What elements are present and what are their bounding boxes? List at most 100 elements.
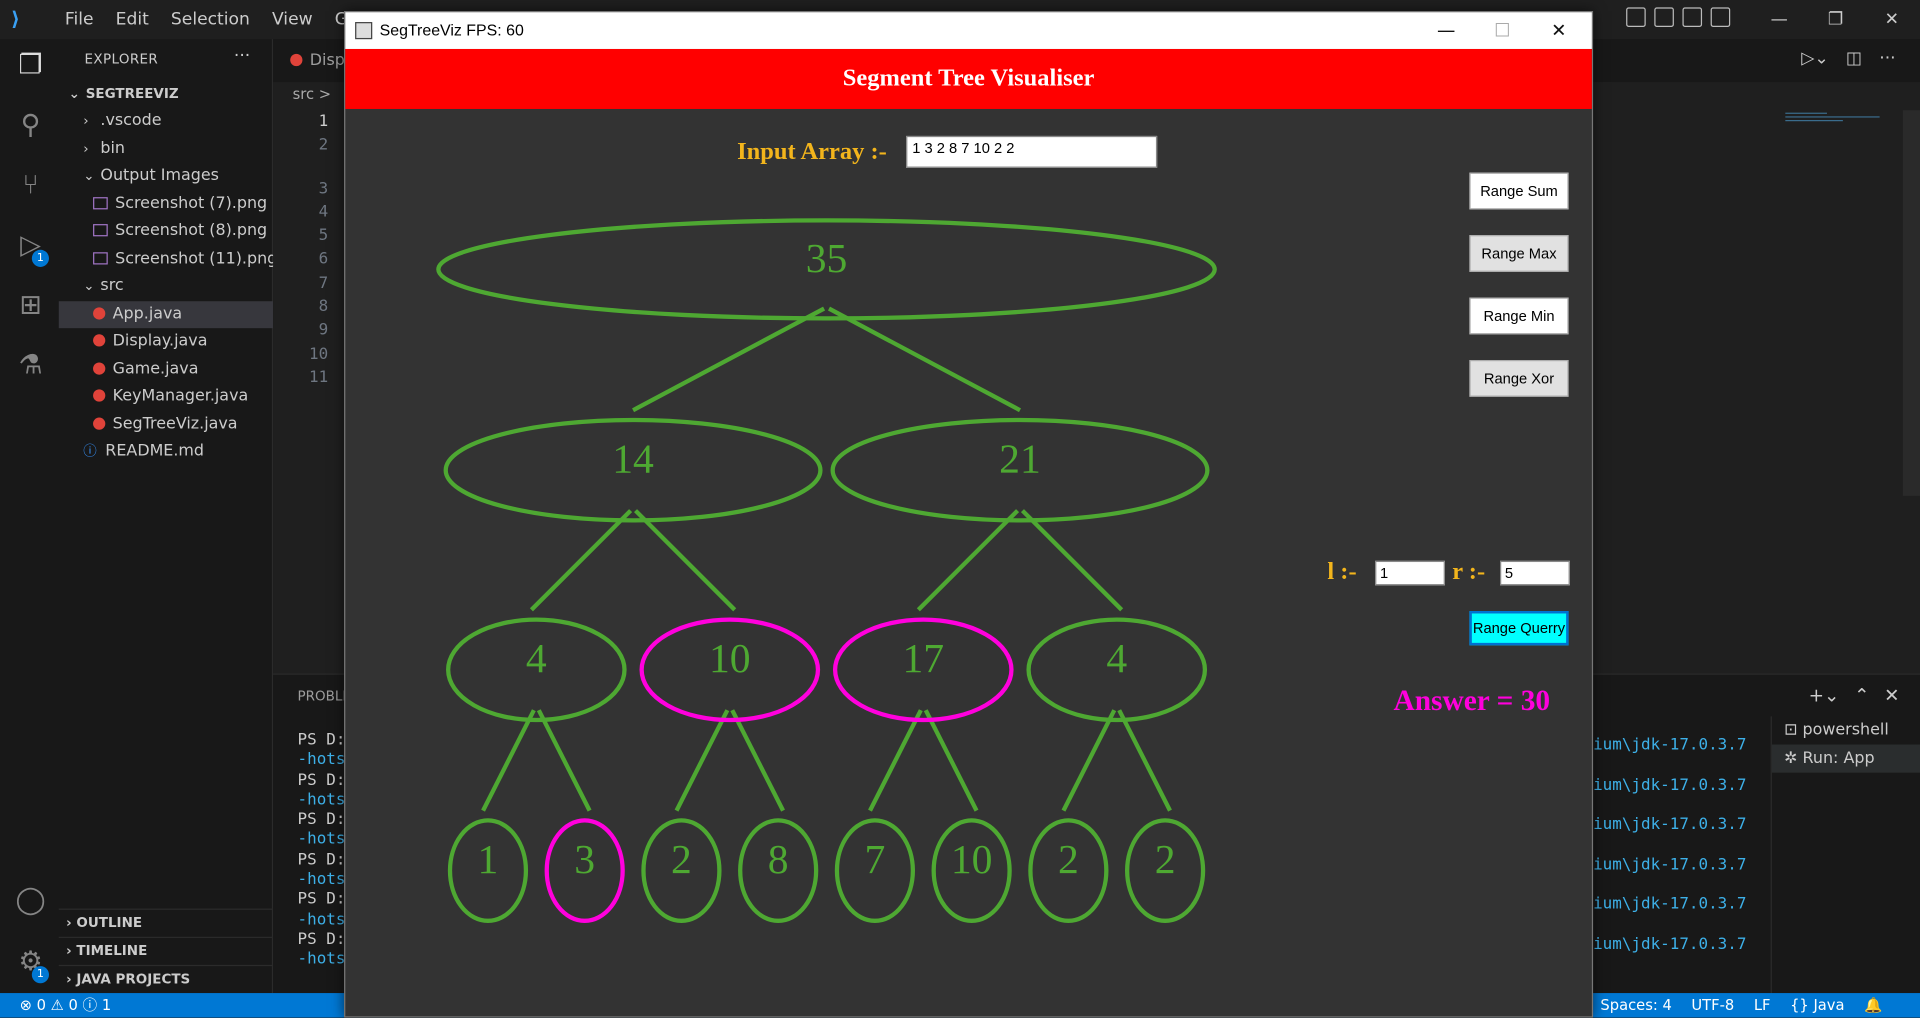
tree-node-value: 8 — [768, 837, 789, 883]
source-control-icon[interactable]: ⑂ — [15, 170, 47, 202]
breadcrumb[interactable]: src > — [293, 86, 331, 103]
extensions-icon[interactable]: ⊞ — [15, 290, 47, 322]
tree-item[interactable]: Screenshot (8).png — [59, 218, 273, 245]
terminal-line: PS D: — [297, 770, 346, 790]
terminal-line: -hots — [297, 870, 346, 890]
terminal-line: -hots — [297, 910, 346, 929]
tree-item-label: .vscode — [100, 111, 162, 130]
tree-item-label: Game.java — [112, 359, 199, 378]
editor-scrollbar[interactable] — [1902, 110, 1920, 496]
tree-item[interactable]: Display.java — [59, 328, 273, 355]
tree-edge — [529, 509, 633, 612]
tree-item[interactable]: Game.java — [59, 356, 273, 383]
segment-tree-canvas: 35 14 21 4 10 17 4 1 3 2 8 7 10 2 2 — [436, 218, 1217, 923]
terminal-line: -hots — [297, 750, 346, 770]
tree-edge — [1117, 709, 1172, 812]
restore-icon[interactable]: ❐ — [1807, 0, 1863, 39]
status-language[interactable]: {} Java — [1790, 993, 1844, 1017]
status-eol[interactable]: LF — [1754, 993, 1771, 1017]
customize-layout-icon[interactable] — [1710, 7, 1731, 27]
search-icon[interactable]: ⚲ — [15, 110, 47, 142]
more-actions-icon[interactable]: ··· — [234, 47, 250, 67]
image-file-icon — [93, 196, 108, 209]
section-java-projects[interactable]: › JAVA PROJECTS — [58, 964, 274, 992]
terminal-line: -hots — [297, 790, 346, 810]
tree-item[interactable]: Screenshot (7).png — [59, 190, 273, 217]
tree-item[interactable]: ⌄ Output Images — [59, 163, 273, 190]
line-number: 5 — [318, 226, 329, 246]
tree-item[interactable]: SegTreeViz.java — [59, 411, 273, 438]
tree-edge — [868, 709, 923, 812]
section-outline[interactable]: › OUTLINE — [58, 908, 274, 936]
terminal-run-app[interactable]: ✲ Run: App — [1771, 744, 1920, 773]
tree-item-label: Screenshot (8).png — [115, 221, 268, 241]
chevron-down-icon: ⌄ — [68, 85, 80, 102]
minimize-icon[interactable]: — — [1751, 0, 1807, 39]
maximize-panel-icon[interactable]: ⌃ — [1854, 684, 1869, 706]
tree-edge — [674, 709, 730, 812]
status-encoding[interactable]: UTF-8 — [1691, 993, 1734, 1017]
terminal-line: ium\jdk-17.0.3.7 — [1593, 735, 1747, 755]
tree-item[interactable]: Screenshot (11).png — [59, 246, 277, 273]
tree-edge — [536, 709, 592, 812]
line-number: 9 — [318, 321, 329, 340]
status-right: Spaces: 4 UTF-8 LF {} Java 🔔 — [1600, 993, 1882, 1017]
account-icon[interactable]: ◯ — [15, 885, 47, 917]
testing-icon[interactable]: ⚗ — [15, 350, 47, 382]
tree-item[interactable]: › .vscode — [59, 108, 273, 135]
chevron-right-icon: › — [83, 112, 89, 129]
tree-item-label: Output Images — [100, 166, 219, 185]
terminal-output-right: ium\jdk-17.0.3.7 ium\jdk-17.0.3.7 ium\jdk-… — [1593, 736, 1746, 975]
menu-item[interactable]: Edit — [105, 7, 160, 31]
line-number: 1 — [318, 112, 329, 132]
notifications-icon[interactable]: 🔔 — [1864, 993, 1882, 1017]
tree-item[interactable]: KeyManager.java — [59, 383, 273, 410]
tree-item[interactable]: › bin — [59, 135, 273, 162]
terminal-output: PS D: -hots PS D: -hots PS D: -hots PS D: -hots… — [298, 731, 346, 970]
tree-item[interactable]: ⓘ README.md — [59, 438, 273, 465]
terminal-line: PS D: — [297, 930, 346, 949]
menu-item[interactable]: Selection — [160, 7, 261, 31]
problems-status[interactable]: ⊗ 0 ⚠ 0 ⓘ 1 — [20, 993, 112, 1017]
terminal-icon: ⊡ — [1784, 721, 1798, 740]
toggle-sidebar-icon[interactable] — [1626, 7, 1646, 27]
close-panel-icon[interactable]: ✕ — [1884, 684, 1899, 706]
tab-problems[interactable]: PROBLE — [298, 688, 351, 704]
java-file-icon — [93, 416, 106, 430]
panel-actions: +⌄ ⌃ ✕ — [1809, 684, 1900, 706]
line-number: 6 — [318, 250, 329, 269]
explorer-title: EXPLORER — [84, 51, 159, 68]
tree-item-label: Screenshot (7).png — [115, 194, 268, 213]
run-icon[interactable]: ▷⌄ — [1801, 49, 1829, 69]
status-indentation[interactable]: Spaces: 4 — [1600, 993, 1671, 1017]
close-icon[interactable]: ✕ — [1864, 0, 1920, 39]
line-number: 7 — [318, 274, 329, 293]
tree-node-value: 17 — [902, 636, 944, 682]
tree-item[interactable]: App.java — [58, 300, 274, 328]
toggle-panel-icon[interactable] — [1654, 7, 1674, 27]
more-icon[interactable]: ··· — [1879, 49, 1895, 69]
tree-node-value: 3 — [574, 837, 595, 883]
toggle-secondary-sidebar-icon[interactable] — [1682, 7, 1703, 27]
tree-edge — [827, 306, 1022, 413]
split-editor-icon[interactable]: ◫ — [1846, 49, 1862, 69]
tree-item-label: Display.java — [112, 331, 208, 351]
tree-item[interactable]: ⌄ src — [59, 273, 273, 300]
minimap[interactable] — [1785, 110, 1890, 127]
explorer-icon[interactable]: ❐ — [15, 50, 47, 82]
chevron-right-icon: › — [83, 140, 89, 157]
line-number: 11 — [308, 368, 329, 387]
menu-item[interactable]: View — [261, 7, 324, 31]
section-timeline[interactable]: › TIMELINE — [58, 936, 274, 964]
tree-node-value: 2 — [1155, 837, 1176, 883]
menu-item[interactable]: File — [54, 7, 105, 31]
terminal-powershell[interactable]: ⊡ powershell — [1772, 716, 1920, 744]
line-number: 4 — [318, 203, 329, 222]
new-terminal-icon[interactable]: +⌄ — [1809, 684, 1840, 706]
settings-badge: 1 — [31, 966, 49, 984]
line-number: 10 — [308, 344, 329, 364]
project-root[interactable]: ⌄ SEGTREEVIZ — [59, 81, 273, 108]
tree-node-value: 14 — [612, 437, 654, 483]
java-file-icon — [93, 334, 106, 347]
section-label: TIMELINE — [76, 942, 148, 959]
